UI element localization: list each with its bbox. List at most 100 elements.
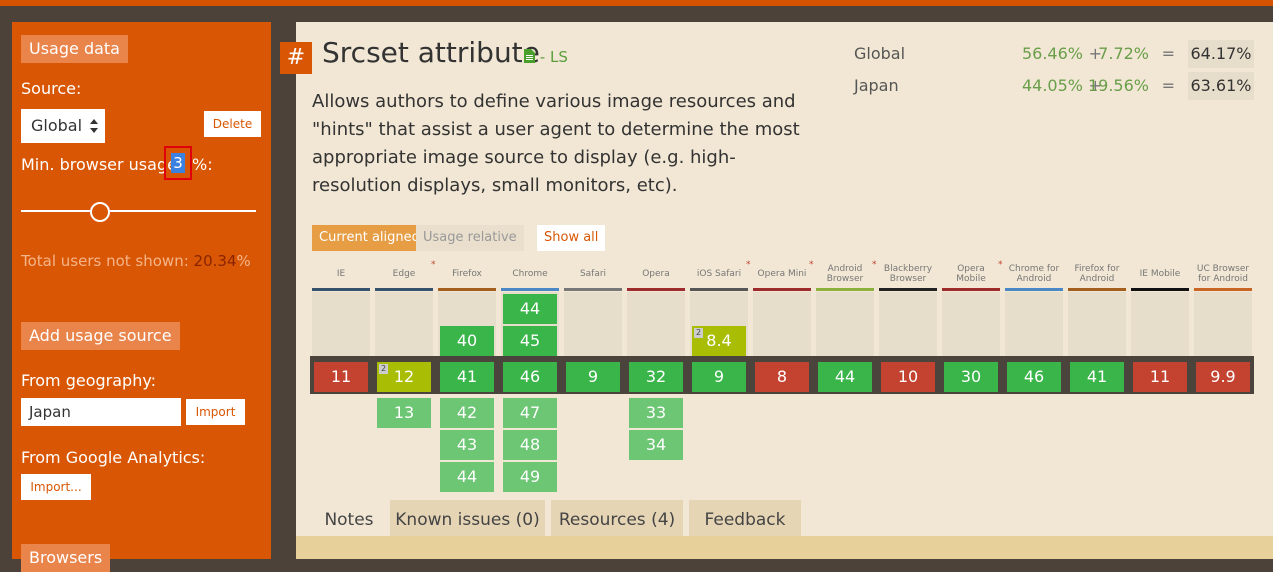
version-cell[interactable]: 33 <box>629 398 683 428</box>
browser-header[interactable]: Chrome <box>501 259 559 289</box>
browser-name-line1: IE <box>336 269 346 279</box>
info-tab[interactable]: Known issues (0) <box>390 500 545 536</box>
version-cell[interactable]: 44 <box>440 462 494 492</box>
browser-header[interactable]: Firefox <box>438 259 496 289</box>
browser-name-line1: Opera <box>642 269 670 279</box>
version-cell[interactable]: 11 <box>314 362 368 392</box>
tab-usage-relative[interactable]: Usage relative <box>416 225 524 251</box>
browser-name: IE <box>337 269 345 279</box>
min-usage-input[interactable]: 3 <box>164 146 192 180</box>
total-not-shown: Total users not shown: 20.34% <box>21 252 251 270</box>
version-cell[interactable]: 11 <box>1133 362 1187 392</box>
version-number: 8 <box>776 367 788 386</box>
browser-name-line1: Opera Mini <box>757 269 807 279</box>
stat-total: 63.61% <box>1188 72 1254 100</box>
browser-header[interactable]: UC Browser for Android <box>1194 259 1252 289</box>
version-cell[interactable]: 9 <box>692 362 746 392</box>
stat-partial: 7.72% <box>1098 44 1149 63</box>
browser-name-line1: UC Browser <box>1196 264 1250 274</box>
version-cell[interactable]: 40 <box>440 326 494 356</box>
browser-header[interactable]: Edge <box>375 259 433 289</box>
version-cell[interactable]: 45 <box>503 326 557 356</box>
browser-name: Firefox <box>452 269 482 279</box>
prefix-star-icon: * <box>809 260 814 270</box>
past-versions-column <box>942 292 1000 356</box>
note-badge: 2 <box>379 364 388 374</box>
geography-select[interactable]: Japan <box>21 398 181 426</box>
past-versions-column <box>1068 292 1126 356</box>
spec-status[interactable]: - LS <box>524 48 568 66</box>
show-all-button[interactable]: Show all <box>537 225 606 251</box>
total-not-shown-label: Total users not shown: <box>21 252 189 270</box>
browser-name-line2: Browser <box>889 274 927 284</box>
tab-current-aligned[interactable]: Current aligned <box>312 225 427 251</box>
info-tab[interactable]: Resources (4) <box>551 500 683 536</box>
version-cell[interactable]: 42 <box>440 398 494 428</box>
browser-header[interactable]: Safari <box>564 259 622 289</box>
browser-header[interactable]: Android Browser <box>816 259 874 289</box>
browser-name: Firefox for Android <box>1074 264 1119 284</box>
browser-name: Safari <box>580 269 606 279</box>
version-cell[interactable]: 44 <box>818 362 872 392</box>
version-cell[interactable]: 10 <box>881 362 935 392</box>
version-cell[interactable]: 47 <box>503 398 557 428</box>
ga-import-button[interactable]: Import... <box>21 474 91 500</box>
info-tab[interactable]: Notes <box>312 500 386 536</box>
browser-name-line1: IE Mobile <box>1139 269 1181 279</box>
stat-equals: = <box>1161 76 1175 95</box>
version-cell[interactable]: 34 <box>629 430 683 460</box>
browser-header[interactable]: IE Mobile <box>1131 259 1189 289</box>
browser-header[interactable]: Opera Mobile <box>942 259 1000 289</box>
browser-header[interactable]: IE <box>312 259 370 289</box>
version-cell[interactable]: 46 <box>1007 362 1061 392</box>
browser-header[interactable]: iOS Safari <box>690 259 748 289</box>
browser-header[interactable]: Firefox for Android <box>1068 259 1126 289</box>
version-cell[interactable]: 8 <box>755 362 809 392</box>
info-tab[interactable]: Feedback <box>689 500 801 536</box>
browser-name: Edge <box>393 269 416 279</box>
source-select[interactable]: Global <box>21 109 105 143</box>
version-number: 46 <box>519 367 541 386</box>
version-cell[interactable]: 46 <box>503 362 557 392</box>
version-cell[interactable]: 9.9 <box>1196 362 1250 392</box>
version-cell[interactable]: 41 <box>1070 362 1124 392</box>
browser-header[interactable]: Chrome for Android <box>1005 259 1063 289</box>
version-number: 46 <box>1023 367 1045 386</box>
version-cell[interactable]: 44 <box>503 294 557 324</box>
permalink-hash-link[interactable]: # <box>280 42 312 74</box>
document-icon <box>524 49 535 63</box>
version-cell[interactable]: 49 <box>503 462 557 492</box>
version-number: 13 <box>393 403 415 422</box>
version-cell[interactable]: 8.4 2 <box>692 326 746 356</box>
version-number: 11 <box>1149 367 1171 386</box>
version-cell[interactable]: 13 <box>377 398 431 428</box>
bottom-strip <box>296 536 1273 559</box>
min-usage-slider-handle[interactable] <box>90 202 110 222</box>
stat-supported: 44.05% <box>1021 76 1083 95</box>
import-button[interactable]: Import <box>186 399 245 425</box>
version-cell[interactable]: 12 2 <box>377 362 431 392</box>
feature-description: Allows authors to define various image r… <box>312 91 800 196</box>
version-number: 11 <box>330 367 352 386</box>
browser-name: Opera Mobile <box>956 264 986 284</box>
version-cell[interactable]: 43 <box>440 430 494 460</box>
browser-header[interactable]: Opera <box>627 259 685 289</box>
version-cell[interactable]: 41 <box>440 362 494 392</box>
delete-button[interactable]: Delete <box>204 111 261 137</box>
min-usage-slider-track[interactable] <box>21 210 256 212</box>
past-versions-column <box>1131 292 1189 356</box>
stat-region: Japan <box>854 76 899 95</box>
version-number: 10 <box>897 367 919 386</box>
version-cell[interactable]: 30 <box>944 362 998 392</box>
browser-header[interactable]: Blackberry Browser <box>879 259 937 289</box>
version-number: 33 <box>645 403 667 422</box>
version-number: 42 <box>456 403 478 422</box>
browser-header[interactable]: Opera Mini <box>753 259 811 289</box>
browser-name: UC Browser for Android <box>1197 264 1249 284</box>
version-cell[interactable]: 48 <box>503 430 557 460</box>
browser-name-line1: Android <box>827 264 863 274</box>
version-cell[interactable]: 32 <box>629 362 683 392</box>
prefix-star-icon: * <box>872 260 877 270</box>
sidebar: Usage data Source: Global Delete Min. br… <box>12 22 271 572</box>
version-cell[interactable]: 9 <box>566 362 620 392</box>
